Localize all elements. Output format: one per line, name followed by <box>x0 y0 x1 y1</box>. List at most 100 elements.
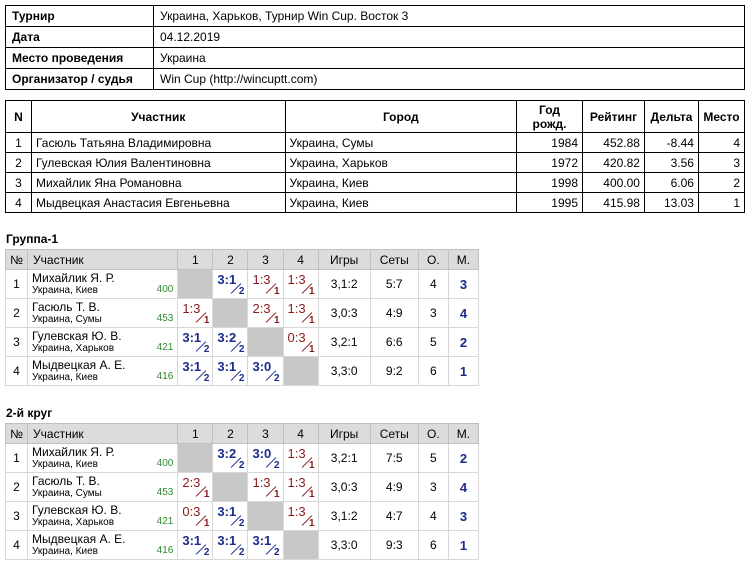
match-score: 3:0 <box>252 359 272 374</box>
tournament-info-table: Турнир Украина, Харьков, Турнир Win Cup.… <box>5 5 745 90</box>
col-header-delta: Дельта <box>643 100 699 133</box>
match-cell: 0:3 1 <box>282 327 319 357</box>
match-score: 2:3 <box>182 475 201 490</box>
match-score: 3:1 <box>182 330 202 345</box>
participant-year: 1984 <box>516 132 583 153</box>
group2-table: № Участник 1 2 3 4 Игры Сеты О. М. 1 Миха… <box>4 423 480 560</box>
match-points: 2 <box>203 344 210 355</box>
group1-table: № Участник 1 2 3 4 Игры Сеты О. М. 1 Миха… <box>4 249 480 386</box>
match-cell-self <box>212 472 249 502</box>
match-cell: 1:3 1 <box>247 472 284 502</box>
match-points: 1 <box>309 315 315 326</box>
match-points: 1 <box>203 489 210 500</box>
match-points: 1 <box>309 344 315 355</box>
match-points: 1 <box>203 315 210 326</box>
participant-delta: 6.06 <box>643 172 699 193</box>
group2-header-row: № Участник 1 2 3 4 Игры Сеты О. М. <box>4 423 480 444</box>
group-player-name: Гулевская Ю. В. <box>32 328 122 343</box>
match-score: 1:3 <box>287 301 306 316</box>
info-value: Win Cup (http://wincuptt.com) <box>153 68 745 90</box>
info-row-venue: Место проведения Украина <box>5 47 745 69</box>
group-row-n: 3 <box>4 327 29 357</box>
match-cell-self <box>212 298 249 328</box>
group-row: 1 Михайлик Я. Р. Украина, Киев 400 3:2 2 3:0 2 1… <box>4 443 480 473</box>
match-score: 1:3 <box>287 272 306 287</box>
group-player-name: Мыдвецкая А. Е. <box>32 531 126 546</box>
match-cell: 3:1 2 <box>177 530 214 560</box>
match-cell: 3:1 2 <box>212 356 249 386</box>
gh-games: Игры <box>317 249 371 270</box>
match-points: 1 <box>273 489 280 500</box>
group-row-n: 1 <box>4 269 29 299</box>
match-score: 3:2 <box>217 446 237 461</box>
group-player-rating: 416 <box>156 545 174 556</box>
group-player-city: Украина, Сумы <box>32 313 102 325</box>
participant-rating: 452.88 <box>582 132 645 153</box>
group-games: 3,0:3 <box>317 298 371 328</box>
participants-table: N Участник Город Год рожд. Рейтинг Дельт… <box>5 100 746 213</box>
match-cell: 1:3 1 <box>282 443 319 473</box>
match-cell: 3:0 2 <box>247 443 284 473</box>
match-points: 1 <box>309 286 315 297</box>
group-games: 3,1:2 <box>317 501 371 531</box>
group-row: 2 Гасюль Т. В. Украина, Сумы 453 2:3 1 1:3 1 1:3… <box>4 472 480 502</box>
match-cell: 3:0 2 <box>247 356 284 386</box>
participant-rating: 400.00 <box>582 172 645 193</box>
gh-c4: 4 <box>282 423 319 444</box>
group-place: 1 <box>447 530 480 560</box>
col-header-rating: Рейтинг <box>582 100 645 133</box>
match-points: 2 <box>273 460 280 471</box>
match-score: 1:3 <box>287 446 306 461</box>
match-points: 1 <box>273 286 280 297</box>
match-score: 3:2 <box>217 330 237 345</box>
info-row-organizer: Организатор / судья Win Cup (http://winc… <box>5 68 745 90</box>
group-sets: 5:7 <box>369 269 419 299</box>
match-cell: 3:2 2 <box>212 443 249 473</box>
gh-player: Участник <box>27 249 179 270</box>
group-player-cell: Гулевская Ю. В. Украина, Харьков 421 <box>27 327 179 357</box>
group-player-cell: Мыдвецкая А. Е. Украина, Киев 416 <box>27 356 179 386</box>
group-place: 3 <box>447 501 480 531</box>
match-cell: 0:3 1 <box>177 501 214 531</box>
gh-c4: 4 <box>282 249 319 270</box>
match-cell-self <box>282 530 319 560</box>
group-player-city: Украина, Киев <box>32 458 98 470</box>
match-cell: 3:1 2 <box>212 501 249 531</box>
participant-row: 1 Гасюль Татьяна Владимировна Украина, Сум… <box>5 132 746 153</box>
match-cell: 1:3 1 <box>282 472 319 502</box>
match-points: 2 <box>273 547 280 558</box>
match-score: 2:3 <box>252 301 271 316</box>
participant-name: Михайлик Яна Романовна <box>30 172 286 193</box>
participant-rating: 420.82 <box>582 152 645 173</box>
participant-delta: 3.56 <box>643 152 699 173</box>
group-place: 4 <box>447 472 480 502</box>
group-row-n: 4 <box>4 530 29 560</box>
group-row: 3 Гулевская Ю. В. Украина, Харьков 421 3:1 2 3… <box>4 327 480 357</box>
match-score: 1:3 <box>252 272 271 287</box>
group-row-n: 4 <box>4 356 29 386</box>
group-player-rating: 416 <box>156 371 174 382</box>
participant-row: 2 Гулевская Юлия Валентиновна Украина, Хар… <box>5 152 746 173</box>
match-cell: 3:1 2 <box>247 530 284 560</box>
match-score: 3:1 <box>217 272 237 287</box>
match-points: 1 <box>309 518 315 529</box>
match-points: 2 <box>238 373 245 384</box>
group-player-cell: Михайлик Я. Р. Украина, Киев 400 <box>27 443 179 473</box>
match-score: 1:3 <box>182 301 201 316</box>
match-points: 1 <box>309 489 315 500</box>
group-row: 4 Мыдвецкая А. Е. Украина, Киев 416 3:1 2 3:1 2… <box>4 356 480 386</box>
match-score: 0:3 <box>182 504 201 519</box>
group-player-rating: 453 <box>156 313 174 324</box>
match-cell: 3:1 2 <box>177 327 214 357</box>
info-row-date: Дата 04.12.2019 <box>5 26 745 48</box>
info-label: Место проведения <box>5 47 154 69</box>
match-points: 2 <box>203 373 210 384</box>
group-player-city: Украина, Сумы <box>32 487 102 499</box>
participant-name: Мыдвецкая Анастасия Евгеньевна <box>30 192 286 213</box>
group-player-name: Михайлик Я. Р. <box>32 444 115 459</box>
info-value: 04.12.2019 <box>153 26 745 48</box>
participant-year: 1998 <box>516 172 583 193</box>
group1-title: Группа-1 <box>6 232 59 246</box>
gh-player: Участник <box>27 423 179 444</box>
match-cell-self <box>282 356 319 386</box>
